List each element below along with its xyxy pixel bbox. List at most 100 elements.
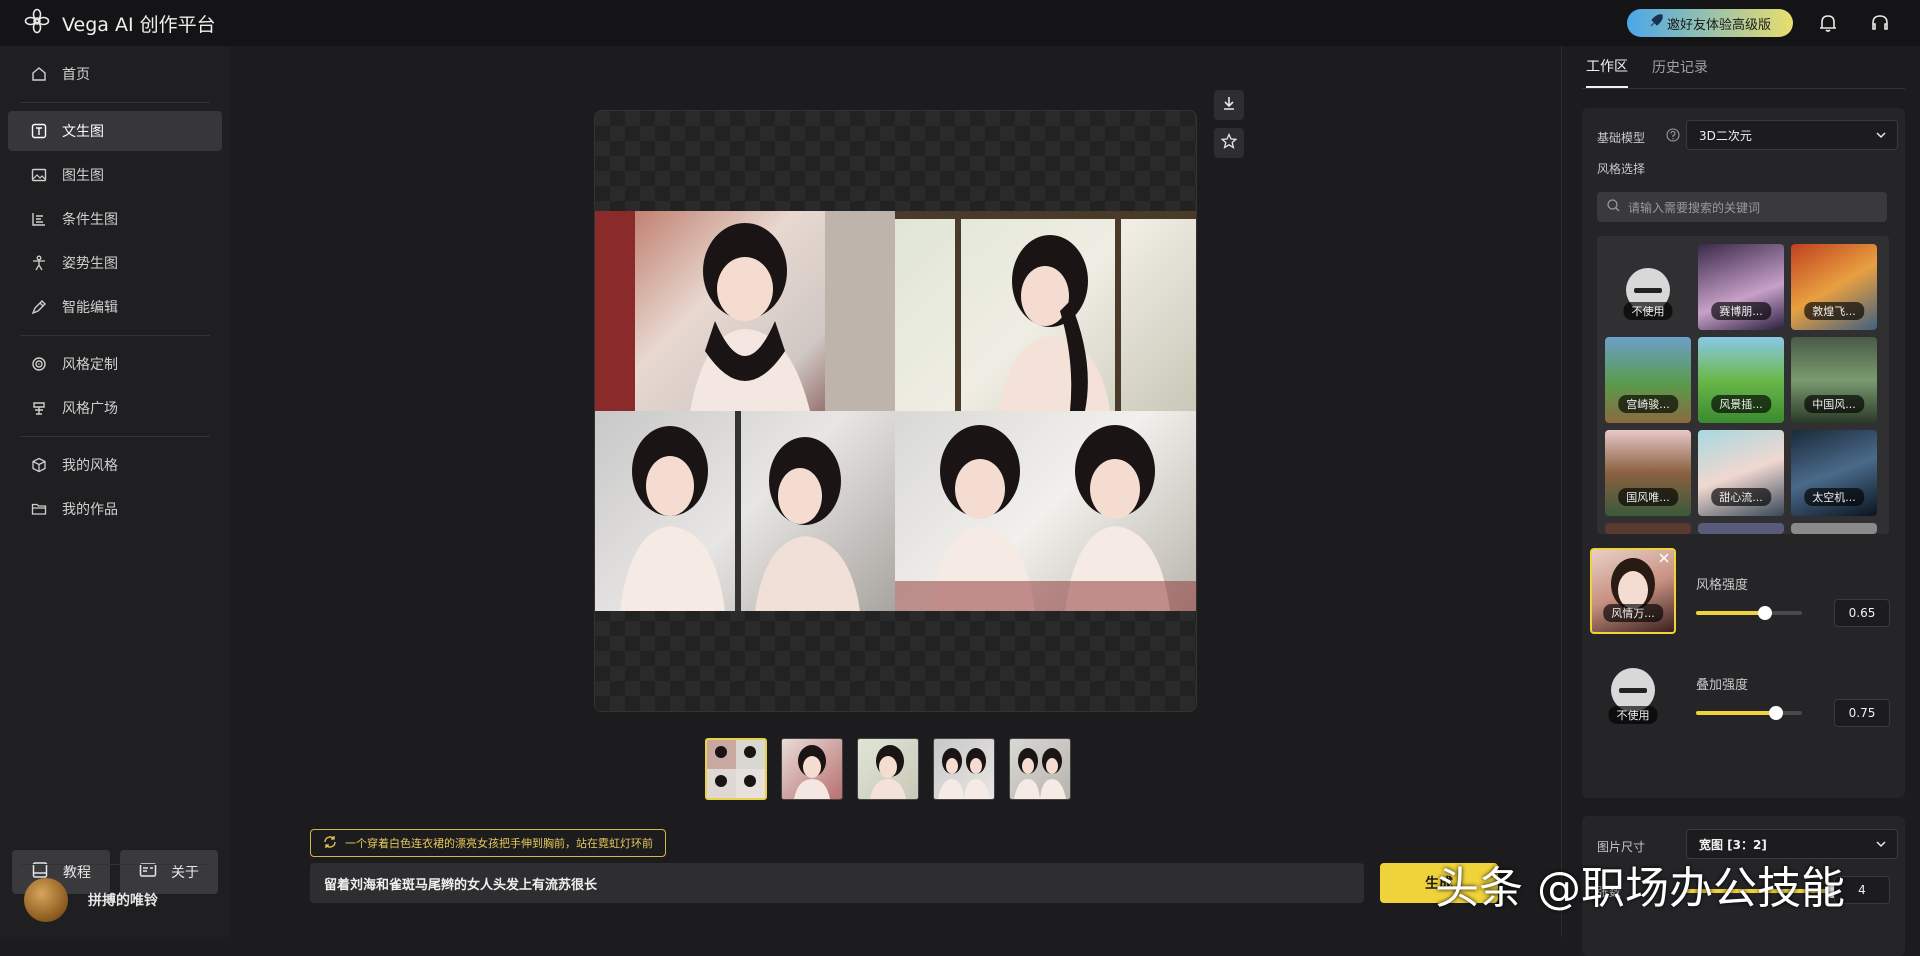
text-icon xyxy=(30,122,48,140)
sidebar-item-label: 智能编辑 xyxy=(62,300,118,316)
invite-label: 邀好友体验高级版 xyxy=(1666,17,1771,33)
style-tile-miyazaki[interactable]: 宫崎骏... xyxy=(1605,337,1691,423)
sidebar-item-style-plaza[interactable]: 风格广场 xyxy=(8,388,222,428)
sidebar-item-condition[interactable]: 条件生图 xyxy=(8,199,222,239)
top-bar: Vega AI 创作平台 邀好友体验高级版 xyxy=(0,0,1920,46)
avatar xyxy=(24,878,68,922)
style-tile-more[interactable] xyxy=(1698,523,1784,534)
sidebar-item-label: 姿势生图 xyxy=(62,256,118,272)
sidebar-item-home[interactable]: 首页 xyxy=(8,54,222,94)
download-button[interactable] xyxy=(1214,90,1244,120)
style-search-input[interactable]: 请输入需要搜索的关键词 xyxy=(1597,192,1887,222)
divider xyxy=(20,102,210,103)
headset-icon[interactable] xyxy=(1868,11,1892,35)
favorite-button[interactable] xyxy=(1214,128,1244,158)
style-tile-guofeng[interactable]: 国风唯... xyxy=(1605,430,1691,516)
style-grid: 不使用 赛博朋... 敦煌飞... 宫崎骏... 风景插... 中国风... 国… xyxy=(1597,236,1889,534)
sidebar-item-label: 我的作品 xyxy=(62,502,118,518)
slider-knob[interactable] xyxy=(1768,706,1783,720)
image-size-value: 宽图 [3：2] xyxy=(1699,837,1767,852)
sidebar-item-image-to-image[interactable]: 图生图 xyxy=(8,155,222,195)
prompt-suggestion[interactable]: 一个穿着白色连衣裙的漂亮女孩把手伸到胸前，站在霓虹灯环前 xyxy=(310,829,666,857)
thumbnail-grid[interactable] xyxy=(705,738,767,800)
style-tile-sweetheart[interactable]: 甜心流... xyxy=(1698,430,1784,516)
target-icon xyxy=(30,355,48,373)
tab-workspace[interactable]: 工作区 xyxy=(1586,46,1628,88)
vega-logo-icon xyxy=(24,8,50,38)
selected-style-tile[interactable]: 风情万... xyxy=(1590,548,1676,634)
slider-knob[interactable] xyxy=(1757,606,1772,620)
invite-button[interactable]: 邀好友体验高级版 xyxy=(1627,9,1793,37)
style-card: 基础模型 3D二次元 风格选择 请输入需要搜索的关键词 不使用 赛博朋... 敦… xyxy=(1582,108,1905,798)
divider xyxy=(1582,88,1905,89)
close-icon[interactable] xyxy=(1658,552,1670,568)
watermark-text: 头条 @职场办公技能 xyxy=(1435,863,1845,914)
sidebar-item-my-style[interactable]: 我的风格 xyxy=(8,445,222,485)
style-tile-label: 太空机... xyxy=(1804,488,1864,506)
search-icon xyxy=(1607,199,1620,215)
generated-image-grid xyxy=(595,211,1196,611)
sidebar-item-pose[interactable]: 姿势生图 xyxy=(8,243,222,283)
help-icon[interactable] xyxy=(1666,128,1680,146)
bell-icon[interactable] xyxy=(1816,11,1840,35)
divider xyxy=(20,335,210,336)
prompt-input[interactable]: 留着刘海和雀斑马尾辫的女人头发上有流苏很长 xyxy=(310,863,1364,903)
thumbnail-3[interactable] xyxy=(933,738,995,800)
generated-image-2 xyxy=(895,211,1196,411)
sidebar-item-label: 首页 xyxy=(62,67,90,83)
tab-history[interactable]: 历史记录 xyxy=(1652,46,1708,88)
edit-icon xyxy=(30,298,48,316)
user-profile[interactable]: 拼搏的唯铃 xyxy=(24,878,158,922)
generated-image-1 xyxy=(595,211,895,411)
thumbnail-2[interactable] xyxy=(857,738,919,800)
plaza-icon xyxy=(30,399,48,417)
thumbnail-4[interactable] xyxy=(1009,738,1071,800)
style-tile-space-mech[interactable]: 太空机... xyxy=(1791,430,1877,516)
style-tile-chinese[interactable]: 中国风... xyxy=(1791,337,1877,423)
overlay-none-label: 不使用 xyxy=(1608,706,1658,724)
style-tile-label: 甜心流... xyxy=(1711,488,1771,506)
sidebar-item-text-to-image[interactable]: 文生图 xyxy=(8,111,222,151)
rocket-icon xyxy=(1649,14,1663,32)
sidebar-item-label: 文生图 xyxy=(62,124,104,140)
download-icon xyxy=(1221,95,1237,115)
home-icon xyxy=(30,65,48,83)
style-tile-label: 中国风... xyxy=(1804,395,1864,413)
style-tile-dunhuang[interactable]: 敦煌飞... xyxy=(1791,244,1877,330)
base-model-label: 基础模型 xyxy=(1597,131,1646,145)
style-tile-label: 敦煌飞... xyxy=(1804,302,1864,320)
image-canvas[interactable] xyxy=(594,110,1197,712)
overlay-strength-slider[interactable] xyxy=(1696,706,1802,720)
style-tile-none[interactable]: 不使用 xyxy=(1605,244,1691,330)
style-tile-label: 赛博朋... xyxy=(1711,302,1771,320)
refresh-icon xyxy=(323,835,337,852)
style-strength-slider[interactable] xyxy=(1696,606,1802,620)
style-strength-value[interactable]: 0.65 xyxy=(1834,599,1890,627)
panel-tabs: 工作区 历史记录 xyxy=(1586,46,1708,88)
prompt-suggestion-text: 一个穿着白色连衣裙的漂亮女孩把手伸到胸前，站在霓虹灯环前 xyxy=(345,837,653,850)
sidebar-item-label: 风格广场 xyxy=(62,401,118,417)
sidebar-item-smart-edit[interactable]: 智能编辑 xyxy=(8,287,222,327)
thumbnail-1[interactable] xyxy=(781,738,843,800)
overlay-none-tile[interactable]: 不使用 xyxy=(1590,648,1676,734)
base-model-value: 3D二次元 xyxy=(1699,128,1752,143)
style-tile-landscape[interactable]: 风景插... xyxy=(1698,337,1784,423)
style-tile-label: 宫崎骏... xyxy=(1618,395,1678,413)
overlay-strength-label: 叠加强度 xyxy=(1696,678,1749,693)
sidebar-item-style-custom[interactable]: 风格定制 xyxy=(8,344,222,384)
sidebar-item-label: 图生图 xyxy=(62,168,104,184)
image-icon xyxy=(30,166,48,184)
main-workspace: 一个穿着白色连衣裙的漂亮女孩把手伸到胸前，站在霓虹灯环前 留着刘海和雀斑马尾辫的… xyxy=(230,46,1561,937)
sidebar-item-my-works[interactable]: 我的作品 xyxy=(8,489,222,529)
logo[interactable]: Vega AI 创作平台 xyxy=(24,8,216,38)
about-label: 关于 xyxy=(171,865,199,881)
star-icon xyxy=(1220,132,1238,153)
condition-icon xyxy=(30,210,48,228)
style-tile-cyberpunk[interactable]: 赛博朋... xyxy=(1698,244,1784,330)
style-tile-more[interactable] xyxy=(1605,523,1691,534)
cube-icon xyxy=(30,456,48,474)
overlay-strength-value[interactable]: 0.75 xyxy=(1834,699,1890,727)
style-tile-more[interactable] xyxy=(1791,523,1877,534)
chevron-down-icon xyxy=(1875,129,1887,144)
base-model-select[interactable]: 3D二次元 xyxy=(1686,120,1898,150)
